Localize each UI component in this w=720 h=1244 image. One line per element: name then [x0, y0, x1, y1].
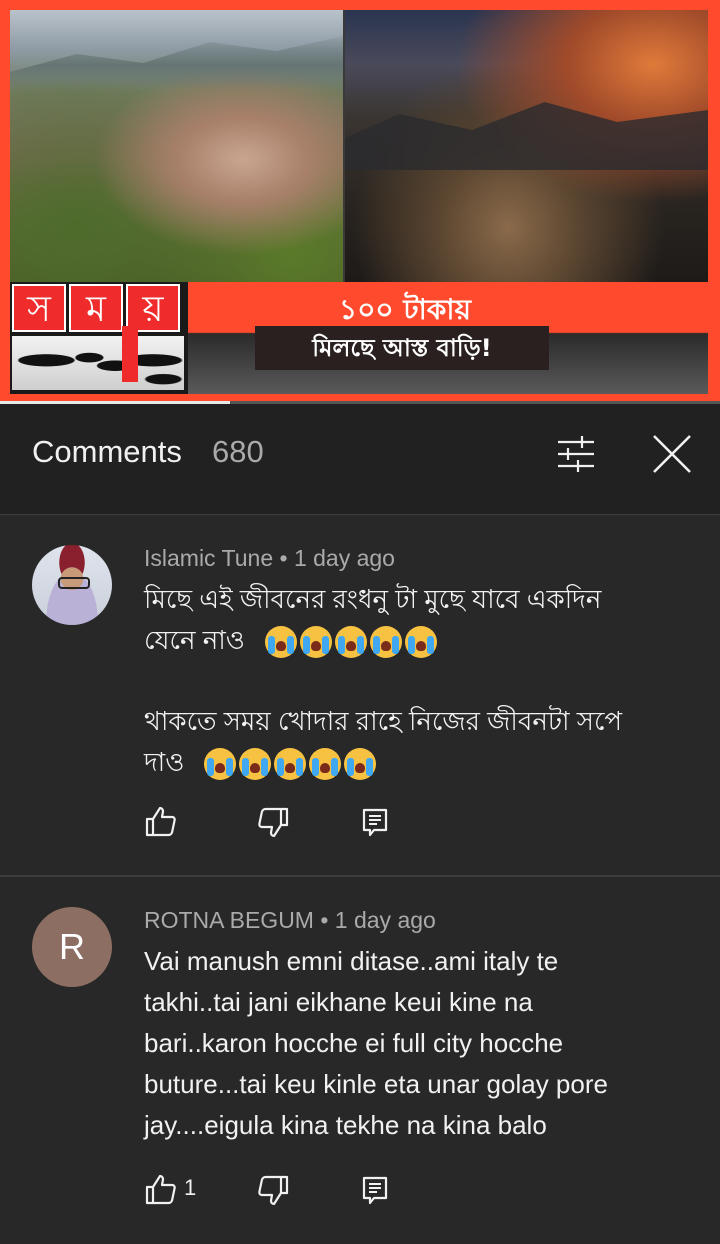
crying-emoji-icon	[404, 626, 437, 659]
comment-text: Vai manush emni ditase..ami italy te tak…	[144, 946, 608, 1140]
banner-headline-bottom: মিলছে আস্ত বাড়ি!	[255, 326, 549, 370]
crying-emoji-icon	[299, 626, 332, 659]
hill-town-day-image	[10, 10, 343, 282]
crying-emoji-icon	[334, 626, 367, 659]
crying-emoji-group	[204, 748, 377, 781]
logo-letter: য়	[126, 284, 180, 332]
comments-count: 680	[212, 434, 264, 469]
crying-emoji-icon	[239, 748, 272, 781]
video-frame: স ম য় ১০০ টাকায় মিলছে আস্ত বাড়ি!	[10, 10, 708, 394]
world-map-graphic	[12, 326, 184, 390]
video-player[interactable]: স ম য় ১০০ টাকায় মিলছে আস্ত বাড়ি!	[0, 0, 720, 404]
reply-icon[interactable]	[358, 805, 392, 839]
crying-emoji-icon	[274, 748, 307, 781]
comments-header: Comments 680	[0, 404, 720, 501]
like-icon[interactable]	[144, 1173, 178, 1207]
comment-text: মিছে এই জীবনের রংধনু টা মুছে যাবে একদিন …	[144, 579, 684, 661]
crying-emoji-icon	[264, 626, 297, 659]
dislike-icon[interactable]	[256, 1173, 290, 1207]
crying-emoji-icon	[344, 748, 377, 781]
avatar[interactable]: R	[32, 907, 112, 987]
avatar[interactable]	[32, 545, 112, 625]
like-count: 1	[184, 1175, 197, 1200]
channel-logo: স ম য়	[10, 282, 188, 394]
crying-emoji-icon	[309, 748, 342, 781]
comment-author-meta[interactable]: Islamic Tune • 1 day ago	[144, 545, 395, 572]
comment-item: Islamic Tune • 1 day ago মিছে এই জীবনের …	[0, 515, 720, 877]
hill-town-night-image	[345, 10, 708, 282]
close-icon[interactable]	[650, 432, 694, 476]
comments-title: Comments	[32, 434, 182, 469]
comment-author-meta[interactable]: ROTNA BEGUM • 1 day ago	[144, 907, 436, 934]
logo-letter: স	[12, 284, 66, 332]
reply-icon[interactable]	[358, 1173, 392, 1207]
crying-emoji-icon	[369, 626, 402, 659]
crying-emoji-group	[264, 626, 437, 659]
dislike-icon[interactable]	[256, 805, 290, 839]
comments-divider	[0, 500, 720, 515]
like-icon[interactable]	[144, 805, 178, 839]
sort-filter-icon[interactable]	[554, 432, 598, 476]
crying-emoji-icon	[204, 748, 237, 781]
comment-item: R ROTNA BEGUM • 1 day ago Vai manush emn…	[0, 877, 720, 1244]
comment-text: থাকতে সময় খোদার রাহে নিজের জীবনটা সপে দ…	[144, 701, 684, 783]
logo-letter: ম	[69, 284, 123, 332]
